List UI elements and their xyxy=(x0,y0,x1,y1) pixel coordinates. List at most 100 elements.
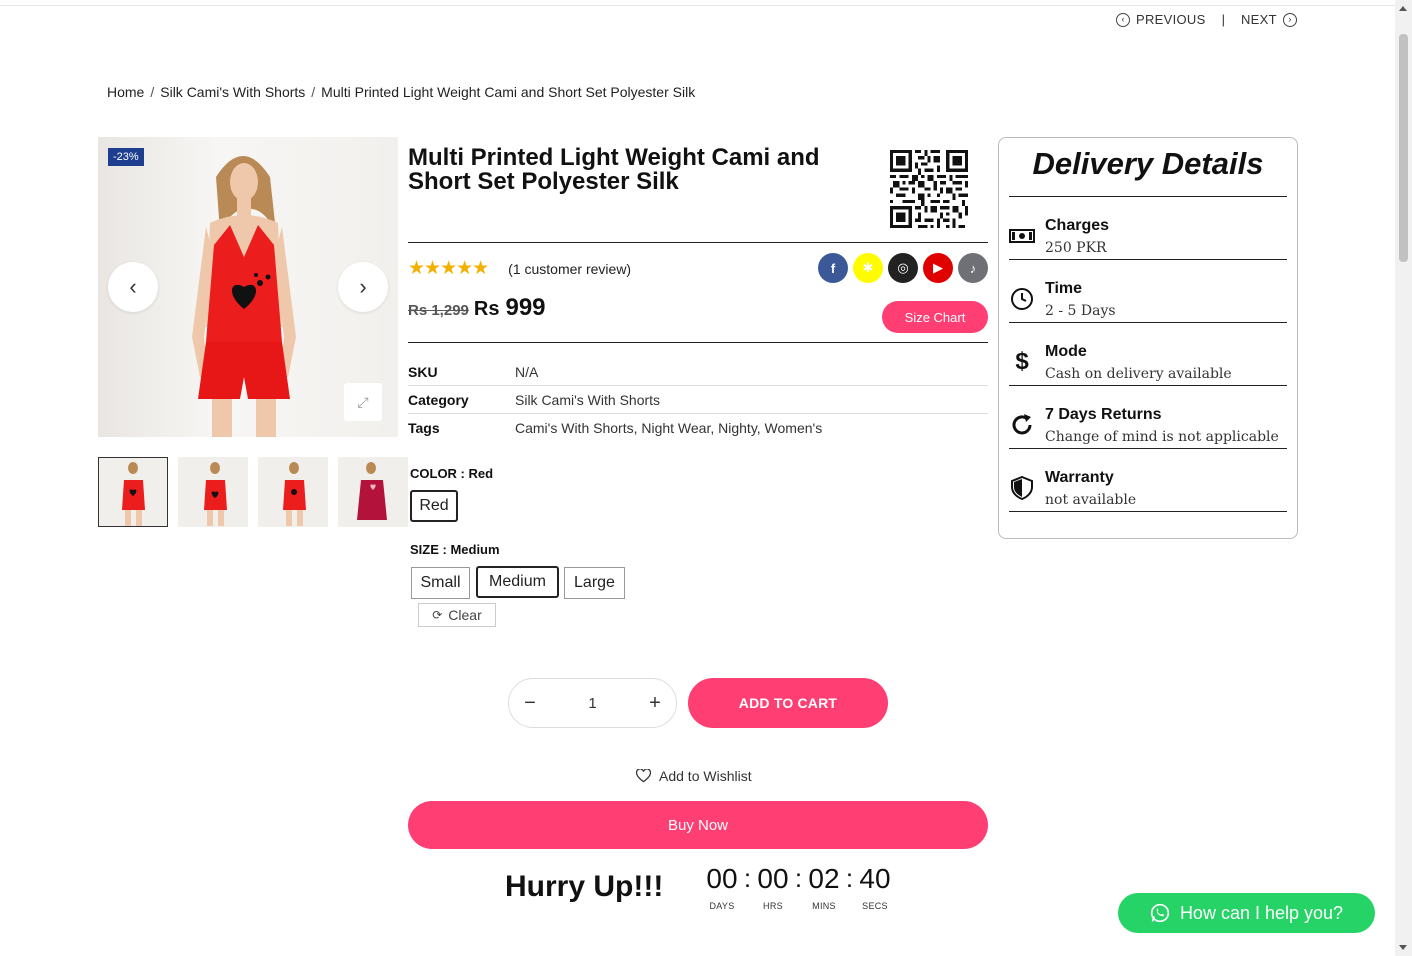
size-label: SIZE : Medium xyxy=(410,542,500,557)
pagination-separator: | xyxy=(1221,12,1225,27)
snapchat-share-button[interactable]: ✱ xyxy=(853,253,883,283)
size-option-medium[interactable]: Medium xyxy=(476,566,559,598)
cash-icon xyxy=(1009,223,1035,249)
delivery-item-returns: 7 Days Returns Change of mind is not appl… xyxy=(999,386,1287,449)
size-option-large[interactable]: Large xyxy=(564,567,625,599)
buy-now-button[interactable]: Buy Now xyxy=(408,801,988,849)
chevron-right-icon: › xyxy=(359,274,367,299)
next-link[interactable]: NEXT xyxy=(1241,12,1277,27)
countdown-mins: 02 MINS xyxy=(805,862,843,911)
zoom-button[interactable]: ⤢ xyxy=(344,383,382,421)
delivery-title: Delivery Details xyxy=(1032,146,1264,181)
meta-row-tags: Tags Cami's With Shorts, Night Wear, Nig… xyxy=(408,414,988,442)
snapchat-icon: ✱ xyxy=(862,260,874,275)
qr-code xyxy=(890,150,968,228)
countdown-hrs: 00 HRS xyxy=(754,862,792,911)
thumbnail-2[interactable] xyxy=(178,457,248,527)
discount-badge: -23% xyxy=(108,148,144,166)
countdown-separator: : xyxy=(743,863,752,893)
social-share: f ✱ ◎ ▶ ♪ xyxy=(818,253,988,283)
quantity-minus-button[interactable]: − xyxy=(521,692,539,715)
instagram-icon: ◎ xyxy=(897,260,909,275)
price-currency: Rs xyxy=(473,298,500,320)
quantity-stepper: − + xyxy=(508,678,677,728)
wishlist-label: Add to Wishlist xyxy=(659,768,752,784)
days-label: DAYS xyxy=(709,901,735,911)
current-price: 999 xyxy=(505,294,546,321)
product-meta: SKU N/A Category Silk Cami's With Shorts… xyxy=(408,358,988,442)
product-image[interactable]: -23% ‹ › ⤢ xyxy=(98,137,398,437)
chat-label: How can I help you? xyxy=(1179,902,1344,923)
whatsapp-icon xyxy=(1150,903,1170,923)
tiktok-share-button[interactable]: ♪ xyxy=(958,253,988,283)
shield-icon xyxy=(1009,475,1035,501)
delivery-item-charges: Charges 250 PKR xyxy=(999,197,1287,260)
top-divider xyxy=(0,5,1395,6)
category-label: Category xyxy=(408,391,469,408)
charges-heading: Charges xyxy=(1045,217,1110,234)
star-rating-icon: ★★★★★ xyxy=(408,258,489,279)
review-count-link[interactable]: (1 customer review) xyxy=(508,261,631,277)
youtube-icon: ▶ xyxy=(933,260,943,275)
gallery-prev-button[interactable]: ‹ xyxy=(108,262,158,312)
category-link[interactable]: Silk Cami's With Shorts xyxy=(515,392,660,408)
clear-options-button[interactable]: ⟳ Clear xyxy=(418,603,496,627)
facebook-share-button[interactable]: f xyxy=(818,253,848,283)
thumbnail-4[interactable] xyxy=(338,457,408,527)
countdown-timer: 00 DAYS : 00 HRS : 02 MINS : 40 SECS xyxy=(703,862,894,911)
size-chart-button[interactable]: Size Chart xyxy=(882,301,988,333)
delivery-item-warranty: Warranty not available xyxy=(999,449,1287,512)
hrs-value: 00 xyxy=(757,863,789,894)
return-arrow-icon xyxy=(1009,412,1035,438)
returns-value: Change of mind is not applicable xyxy=(1045,429,1279,445)
scrollbar-thumb[interactable] xyxy=(1399,34,1408,262)
quantity-input[interactable] xyxy=(572,694,613,712)
breadcrumb-category[interactable]: Silk Cami's With Shorts xyxy=(160,84,305,100)
page-scrollbar[interactable] xyxy=(1395,0,1412,956)
previous-link[interactable]: PREVIOUS xyxy=(1136,12,1206,27)
divider xyxy=(408,242,988,243)
returns-heading: 7 Days Returns xyxy=(1045,406,1162,423)
color-label: COLOR : Red xyxy=(410,466,494,481)
delivery-item-mode: $ Mode Cash on delivery available xyxy=(999,323,1287,386)
youtube-share-button[interactable]: ▶ xyxy=(923,253,953,283)
breadcrumb: Home / Silk Cami's With Shorts / Multi Print… xyxy=(107,84,695,100)
meta-row-category: Category Silk Cami's With Shorts xyxy=(408,386,988,414)
old-price: Rs 1,299 xyxy=(408,302,469,319)
charges-value: 250 PKR xyxy=(1045,240,1107,256)
mode-heading: Mode xyxy=(1045,343,1087,360)
thumbnail-1[interactable] xyxy=(98,457,168,527)
dollar-icon: $ xyxy=(1015,348,1029,375)
scroll-down-arrow[interactable] xyxy=(1399,945,1407,950)
delivery-details-panel: Delivery Details Charges 250 PKR Time 2 - … xyxy=(998,137,1298,539)
breadcrumb-separator: / xyxy=(311,84,316,100)
chevron-right-icon[interactable]: › xyxy=(1282,12,1297,27)
gallery-next-button[interactable]: › xyxy=(338,262,388,312)
instagram-share-button[interactable]: ◎ xyxy=(888,253,918,283)
mins-label: MINS xyxy=(812,901,836,911)
secs-value: 40 xyxy=(859,863,891,894)
countdown-separator: : xyxy=(845,863,854,893)
quantity-plus-button[interactable]: + xyxy=(646,692,664,715)
hurry-up-heading: Hurry Up!!! xyxy=(505,870,664,903)
add-to-wishlist-link[interactable]: Add to Wishlist xyxy=(636,768,752,784)
tags-links[interactable]: Cami's With Shorts, Night Wear, Nighty, … xyxy=(515,420,822,436)
delivery-item-time: Time 2 - 5 Days xyxy=(999,260,1287,323)
color-swatch-red[interactable]: Red xyxy=(410,490,458,522)
countdown-days: 00 DAYS xyxy=(703,862,741,911)
secs-label: SECS xyxy=(862,901,888,911)
expand-icon: ⤢ xyxy=(357,393,369,410)
scroll-up-arrow[interactable] xyxy=(1399,6,1407,11)
mins-value: 02 xyxy=(808,863,840,894)
breadcrumb-home[interactable]: Home xyxy=(107,84,144,100)
chevron-left-icon[interactable]: ‹ xyxy=(1116,12,1130,27)
size-option-small[interactable]: Small xyxy=(411,567,470,599)
divider xyxy=(408,342,988,343)
add-to-cart-button[interactable]: ADD TO CART xyxy=(688,678,888,728)
product-pagination: ‹ PREVIOUS | NEXT › xyxy=(1116,12,1297,27)
warranty-heading: Warranty xyxy=(1045,469,1114,486)
whatsapp-chat-button[interactable]: How can I help you? xyxy=(1118,893,1375,933)
thumbnail-3[interactable] xyxy=(258,457,328,527)
mode-value: Cash on delivery available xyxy=(1045,366,1232,382)
meta-row-sku: SKU N/A xyxy=(408,358,988,386)
